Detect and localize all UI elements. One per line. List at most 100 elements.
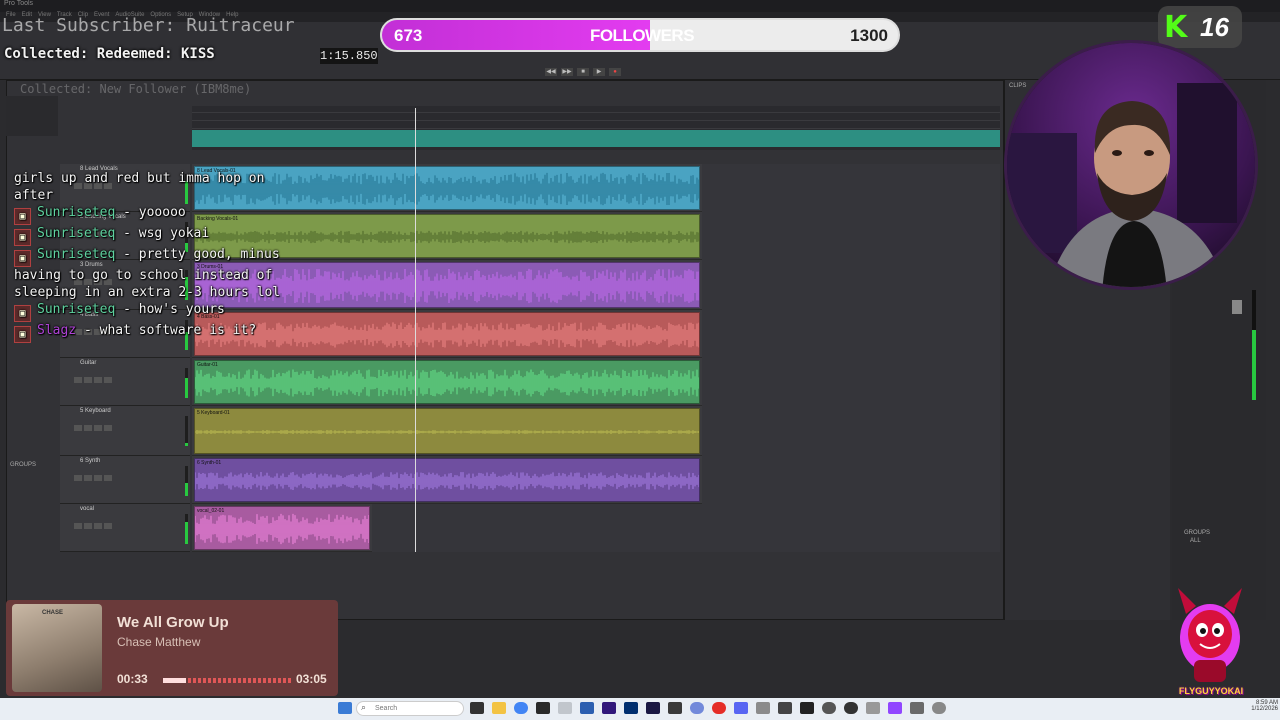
start-menu-icon[interactable] — [338, 702, 352, 714]
track-name[interactable]: vocal — [60, 504, 190, 512]
chat-username: Sunriseteq — [37, 205, 116, 220]
chat-message: ▣ Sunriseteq - pretty good, minus — [14, 246, 374, 267]
track-name[interactable]: 5 Keyboard — [60, 406, 190, 414]
chat-text: girls up and red but imma hop on — [14, 171, 265, 186]
chat-text: - yooooo — [115, 205, 186, 220]
audio-clip[interactable]: 6 Synth-01 — [194, 458, 700, 502]
after-effects-icon[interactable] — [646, 702, 660, 714]
file-explorer-icon[interactable] — [492, 702, 506, 714]
volume-fader[interactable] — [1232, 300, 1242, 314]
track-buttons[interactable] — [74, 418, 114, 431]
track-name[interactable]: Guitar — [60, 358, 190, 366]
track-meter — [185, 368, 188, 398]
chat-badge-icon: ▣ — [14, 326, 31, 343]
windows-taskbar — [0, 698, 1280, 720]
track-lane[interactable]: 5 Keyboard-01 — [192, 406, 1000, 456]
app-icon[interactable] — [866, 702, 880, 714]
word-icon[interactable] — [580, 702, 594, 714]
chat-text: - pretty good, minus — [115, 247, 280, 262]
song-progress-fill — [163, 678, 187, 683]
fast-forward-button[interactable]: ▶▶ — [561, 68, 573, 76]
app-icon[interactable] — [756, 702, 770, 714]
waveform — [195, 369, 699, 397]
groups-label: GROUPS — [1184, 530, 1211, 536]
premiere-icon[interactable] — [602, 702, 616, 714]
song-artist: Chase Matthew — [117, 635, 201, 649]
search-icon: ⌕ — [361, 702, 367, 712]
chat-username: Sunriseteq — [37, 302, 116, 317]
obs-icon[interactable] — [536, 702, 550, 714]
chat-badge-icon: ▣ — [14, 250, 31, 267]
main-counter[interactable]: 1:15.850 — [320, 48, 378, 64]
chat-message: sleeping in an extra 2-3 hours lol — [14, 284, 374, 301]
audio-clip[interactable]: vocal_02-01 — [194, 506, 370, 550]
terminal-icon[interactable] — [668, 702, 682, 714]
settings-icon[interactable] — [932, 702, 946, 714]
track-header[interactable]: vocal — [60, 504, 190, 552]
chat-message: ▣ Sunriseteq - yooooo — [14, 204, 374, 225]
pro-tools-icon[interactable] — [800, 702, 814, 714]
markers-ruler[interactable] — [192, 130, 1000, 147]
track-buttons[interactable] — [74, 370, 114, 383]
chat-username: Sunriseteq — [37, 247, 116, 262]
chat-text: having to go to school instead of — [14, 268, 273, 283]
chat-text: after — [14, 188, 54, 203]
followers-label: FOLLOWERS — [589, 26, 695, 45]
chat-text: - how's yours — [115, 302, 225, 317]
song-total-time: 03:05 — [296, 672, 327, 686]
photoshop-icon[interactable] — [624, 702, 638, 714]
track-name[interactable]: 6 Synth — [60, 456, 190, 464]
app-icon[interactable] — [844, 702, 858, 714]
window-titlebar: Pro Tools — [0, 0, 1280, 12]
chat-badge-icon: ▣ — [14, 305, 31, 322]
tracks-list[interactable] — [6, 96, 58, 136]
taskview-icon[interactable] — [470, 702, 484, 714]
album-cover: CHASE — [12, 604, 102, 692]
track-header[interactable]: Guitar — [60, 358, 190, 406]
playhead-cursor[interactable] — [415, 108, 416, 552]
mascot-label: FLYGUYYOKAI — [1178, 686, 1244, 696]
track-buttons[interactable] — [74, 468, 114, 481]
chrome-icon[interactable] — [514, 702, 528, 714]
track-header[interactable]: 6 Synth — [60, 456, 190, 504]
chat-message: ▣ Sunriseteq - wsg yokai — [14, 225, 374, 246]
play-button[interactable]: ▶ — [593, 68, 605, 76]
notepad-icon[interactable] — [558, 702, 572, 714]
audio-clip[interactable]: Guitar-01 — [194, 360, 700, 404]
record-button[interactable]: ● — [609, 68, 621, 76]
groups-all-label[interactable]: ALL — [1190, 538, 1201, 544]
chat-message: ▣ Sunriseteq - how's yours — [14, 301, 374, 322]
app-icon[interactable] — [734, 702, 748, 714]
song-progress-bar — [163, 678, 291, 683]
track-header[interactable]: 5 Keyboard — [60, 406, 190, 456]
audio-clip[interactable]: 5 Keyboard-01 — [194, 408, 700, 454]
rewind-button[interactable]: ◀◀ — [545, 68, 557, 76]
twitch-icon[interactable] — [888, 702, 902, 714]
app-icon[interactable] — [822, 702, 836, 714]
app-icon[interactable] — [778, 702, 792, 714]
discord-icon[interactable] — [690, 702, 704, 714]
chat-message: having to go to school instead of — [14, 267, 374, 284]
track-lane[interactable]: 6 Synth-01 — [192, 456, 1000, 504]
youtube-icon[interactable] — [712, 702, 726, 714]
waveform — [195, 472, 699, 490]
track-lane[interactable]: Guitar-01 — [192, 358, 1000, 406]
kick-viewer-count: 16 — [1200, 12, 1229, 42]
track-meter — [185, 416, 188, 446]
track-meter — [185, 514, 188, 544]
chat-message: after — [14, 187, 374, 204]
clips-label: CLIPS — [1009, 83, 1027, 89]
stop-button[interactable]: ■ — [577, 68, 589, 76]
waveform — [195, 430, 699, 434]
waveform — [195, 513, 369, 545]
followers-current: 673 — [394, 26, 423, 45]
track-buttons[interactable] — [74, 516, 114, 529]
window-title: Pro Tools — [4, 0, 34, 7]
track-lane[interactable]: vocal_02-01 — [192, 504, 1000, 552]
collected-alert-text: Collected: Redeemed: KISS — [4, 46, 215, 62]
chat-text: - what software is it? — [76, 323, 257, 338]
kick-logo-icon: K — [1164, 10, 1188, 45]
taskbar-search[interactable]: Search — [356, 701, 464, 716]
taskbar-clock[interactable]: 8:59 AM 1/12/2026 — [1246, 700, 1278, 712]
app-icon[interactable] — [910, 702, 924, 714]
